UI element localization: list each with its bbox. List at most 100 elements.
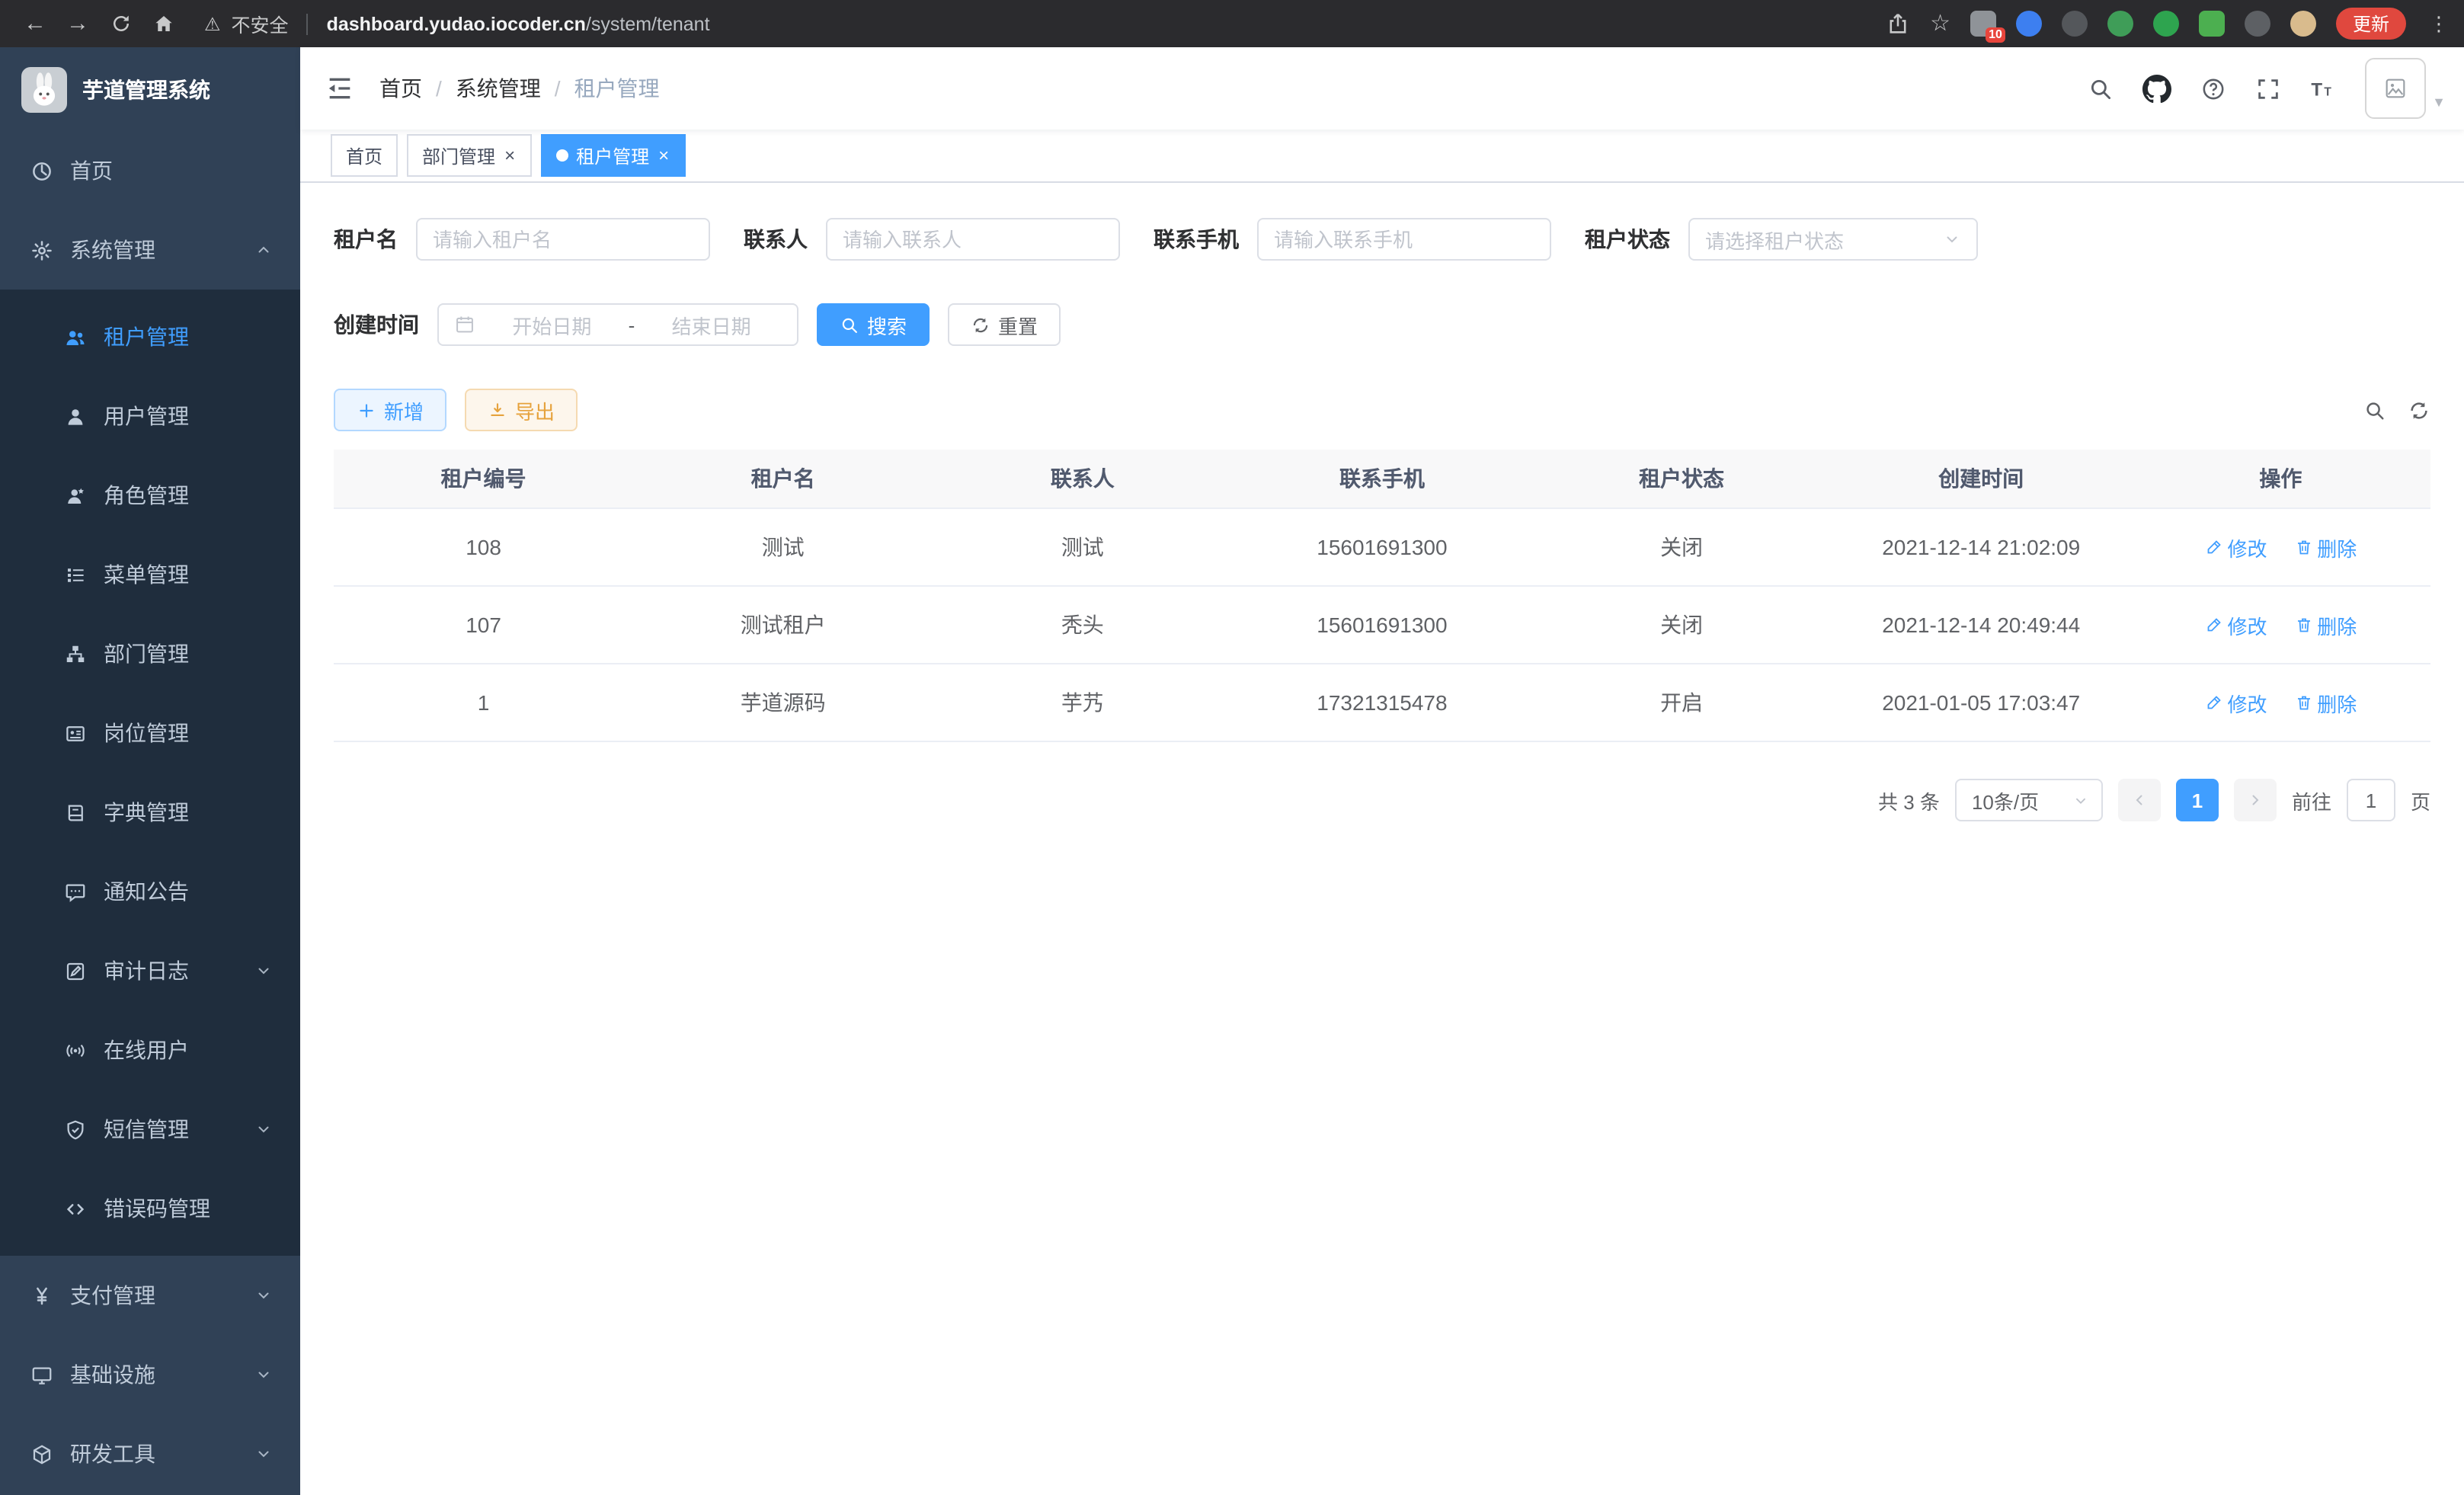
cell-tenant-id: 108 [334, 508, 633, 586]
tenant-name-input[interactable] [416, 218, 710, 261]
reload-button[interactable] [101, 4, 140, 43]
browser-update-button[interactable]: 更新 [2336, 8, 2406, 40]
sidebar-item-sms-management[interactable]: 短信管理 [0, 1090, 300, 1169]
back-button[interactable]: ← [15, 4, 55, 43]
user-avatar[interactable]: ▼ [2365, 58, 2446, 119]
edit-link[interactable]: 修改 [2204, 610, 2267, 639]
tags-view-bar: 首页 部门管理 × 租户管理 × [300, 130, 2464, 183]
sidebar-item-dev-tools[interactable]: 研发工具 [0, 1414, 300, 1493]
delete-link[interactable]: 删除 [2294, 688, 2357, 717]
sidebar-item-user-management[interactable]: 用户管理 [0, 376, 300, 456]
peoples-icon [64, 325, 87, 348]
calendar-icon [454, 314, 475, 335]
sidebar-item-dept-management[interactable]: 部门管理 [0, 614, 300, 693]
page-number-button[interactable]: 1 [2176, 779, 2219, 821]
extension-icon[interactable] [2245, 11, 2270, 37]
security-label[interactable]: 不安全 [232, 9, 289, 38]
sidebar-item-online-users[interactable]: 在线用户 [0, 1010, 300, 1090]
column-header-operations: 操作 [2131, 450, 2430, 508]
github-icon[interactable] [2142, 74, 2171, 103]
yen-icon [30, 1284, 53, 1307]
prev-page-button[interactable] [2118, 779, 2161, 821]
chevron-left-icon [2130, 791, 2149, 809]
divider [307, 13, 309, 34]
next-page-button[interactable] [2234, 779, 2277, 821]
tenant-status-select[interactable]: 请选择租户状态 [1688, 218, 1978, 261]
delete-link[interactable]: 删除 [2294, 610, 2357, 639]
role-icon [64, 484, 87, 507]
table-row: 108 测试 测试 15601691300 关闭 2021-12-14 21:0… [334, 508, 2430, 586]
sidebar-item-payment-management[interactable]: 支付管理 [0, 1256, 300, 1335]
home-button[interactable] [143, 4, 183, 43]
delete-link[interactable]: 删除 [2294, 533, 2357, 562]
forward-button[interactable]: → [58, 4, 98, 43]
extension-icon[interactable] [2290, 11, 2316, 37]
font-size-icon[interactable] [2310, 75, 2336, 101]
export-button[interactable]: 导出 [465, 389, 578, 431]
breadcrumb-system[interactable]: 系统管理 [456, 73, 541, 104]
sidebar-toggle-button[interactable] [325, 73, 355, 104]
edit-link[interactable]: 修改 [2204, 688, 2267, 717]
close-icon[interactable]: × [503, 146, 517, 165]
extension-icon[interactable] [2062, 11, 2088, 37]
close-icon[interactable]: × [657, 146, 670, 165]
sidebar-item-error-code-management[interactable]: 错误码管理 [0, 1169, 300, 1248]
cell-operations: 修改 删除 [2131, 664, 2430, 741]
create-time-range-picker[interactable]: 开始日期 - 结束日期 [437, 303, 798, 346]
gear-icon [30, 238, 53, 261]
column-header-tenant-name: 租户名 [633, 450, 933, 508]
box-icon [30, 1442, 53, 1465]
sidebar-item-infrastructure[interactable]: 基础设施 [0, 1335, 300, 1414]
sidebar-item-menu-management[interactable]: 菜单管理 [0, 535, 300, 614]
share-icon[interactable] [1884, 11, 1910, 37]
reset-button[interactable]: 重置 [948, 303, 1061, 346]
system-management-submenu: 租户管理 用户管理 角色管理 菜单管理 部门管理 [0, 290, 300, 1256]
sidebar-item-notice[interactable]: 通知公告 [0, 852, 300, 931]
sidebar-item-tenant-management[interactable]: 租户管理 [0, 297, 300, 376]
refresh-table-icon[interactable] [2408, 399, 2430, 421]
edit-link[interactable]: 修改 [2204, 533, 2267, 562]
add-button[interactable]: 新增 [334, 389, 446, 431]
sidebar-item-post-management[interactable]: 岗位管理 [0, 693, 300, 773]
bookmark-star-icon[interactable]: ☆ [1930, 12, 1950, 35]
address-bar[interactable]: ⚠ 不安全 dashboard.yudao.iocoder.cn/system/… [204, 9, 1863, 38]
extension-icon[interactable]: 10 [1970, 11, 1996, 37]
search-button[interactable]: 搜索 [817, 303, 930, 346]
cell-tenant-id: 107 [334, 586, 633, 664]
toggle-search-icon[interactable] [2363, 399, 2386, 421]
end-date-placeholder: 结束日期 [641, 310, 782, 339]
cell-contact: 芋艿 [933, 664, 1232, 741]
browser-menu-icon[interactable]: ⋮ [2429, 11, 2449, 36]
sidebar-item-role-management[interactable]: 角色管理 [0, 456, 300, 535]
search-icon [840, 315, 859, 335]
sidebar-item-system-management[interactable]: 系统管理 [0, 210, 300, 290]
search-icon[interactable] [2088, 75, 2114, 101]
cell-phone: 15601691300 [1232, 508, 1531, 586]
extension-icon[interactable] [2153, 11, 2179, 37]
sidebar-item-audit-log[interactable]: 审计日志 [0, 931, 300, 1010]
fullscreen-icon[interactable] [2255, 75, 2281, 101]
breadcrumb-home[interactable]: 首页 [379, 73, 422, 104]
trash-icon [2294, 538, 2312, 556]
breadcrumb-current: 租户管理 [574, 73, 660, 104]
sidebar-item-dict-management[interactable]: 字典管理 [0, 773, 300, 852]
help-icon[interactable] [2200, 75, 2226, 101]
dashboard-icon [30, 159, 53, 182]
browser-nav: ← → [15, 4, 183, 43]
phone-input[interactable] [1257, 218, 1551, 261]
tab-home[interactable]: 首页 [331, 134, 398, 177]
user-icon [64, 405, 87, 427]
page-size-select[interactable]: 10条/页 [1955, 779, 2103, 821]
avatar-broken-image-icon [2365, 58, 2426, 119]
code-icon [64, 1197, 87, 1220]
extension-icon[interactable] [2016, 11, 2042, 37]
extension-icon[interactable] [2199, 11, 2225, 37]
sidebar-item-home[interactable]: 首页 [0, 131, 300, 210]
tab-tenant-management[interactable]: 租户管理 × [541, 134, 686, 177]
tab-dept-management[interactable]: 部门管理 × [407, 134, 532, 177]
contact-input[interactable] [826, 218, 1120, 261]
org-tree-icon [64, 642, 87, 665]
url-text[interactable]: dashboard.yudao.iocoder.cn/system/tenant [327, 13, 710, 34]
goto-page-input[interactable] [2347, 779, 2395, 821]
extension-icon[interactable] [2107, 11, 2133, 37]
